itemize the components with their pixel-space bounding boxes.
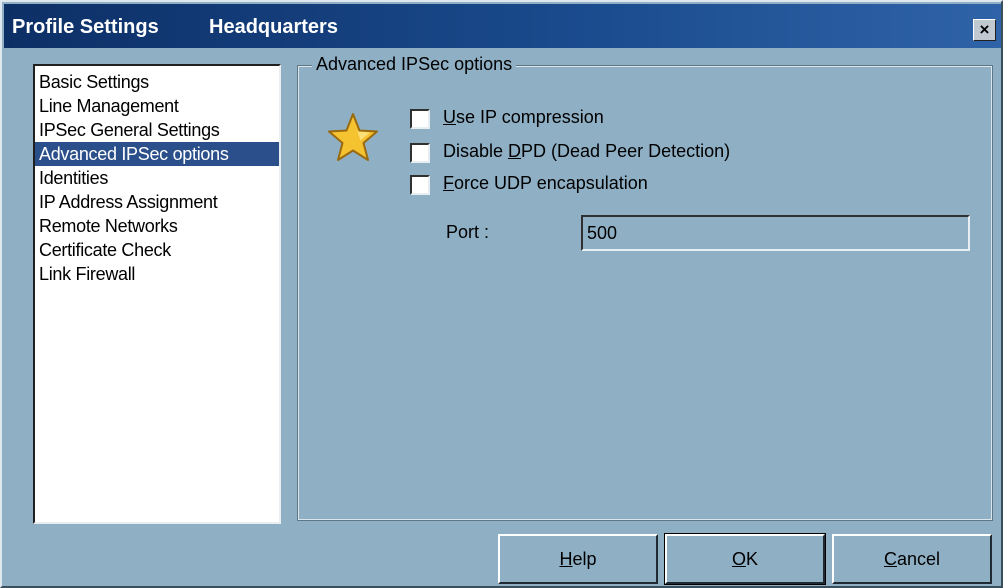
ok-button[interactable]: OK [664, 533, 826, 585]
window-title: Profile Settings [12, 16, 159, 38]
settings-category-list[interactable]: Basic Settings Line Management IPSec Gen… [33, 64, 281, 524]
title-bar[interactable]: Profile Settings Headquarters × [4, 4, 1001, 48]
use-ip-compression-checkbox[interactable] [410, 109, 430, 129]
cancel-button[interactable]: Cancel [832, 534, 992, 584]
nav-item-identities[interactable]: Identities [35, 166, 279, 190]
port-label: Port : [446, 222, 490, 242]
groupbox-title: Advanced IPSec options [312, 54, 517, 75]
port-field[interactable]: 500 [581, 215, 970, 251]
close-button[interactable]: × [973, 19, 996, 41]
disable-dpd-label[interactable]: Disable DPD (Dead Peer Detection) [443, 141, 730, 162]
nav-item-advanced-ipsec-options[interactable]: Advanced IPSec options [35, 142, 279, 166]
nav-item-ipsec-general-settings[interactable]: IPSec General Settings [35, 118, 279, 142]
window-subtitle: Headquarters [209, 16, 338, 38]
close-icon: × [979, 20, 990, 39]
nav-item-line-management[interactable]: Line Management [35, 94, 279, 118]
nav-item-ip-address-assignment[interactable]: IP Address Assignment [35, 190, 279, 214]
profile-settings-dialog: Profile Settings Headquarters × Basic Se… [0, 0, 1003, 588]
force-udp-encapsulation-label[interactable]: Force UDP encapsulation [443, 173, 648, 194]
nav-item-basic-settings[interactable]: Basic Settings [35, 70, 279, 94]
use-ip-compression-label[interactable]: Use IP compression [443, 107, 604, 128]
nav-item-link-firewall[interactable]: Link Firewall [35, 262, 279, 286]
disable-dpd-checkbox[interactable] [410, 143, 430, 163]
nav-item-remote-networks[interactable]: Remote Networks [35, 214, 279, 238]
help-button[interactable]: Help [498, 534, 658, 584]
star-icon [328, 113, 378, 161]
force-udp-encapsulation-checkbox[interactable] [410, 175, 430, 195]
advanced-ipsec-groupbox [297, 65, 993, 521]
nav-item-certificate-check[interactable]: Certificate Check [35, 238, 279, 262]
